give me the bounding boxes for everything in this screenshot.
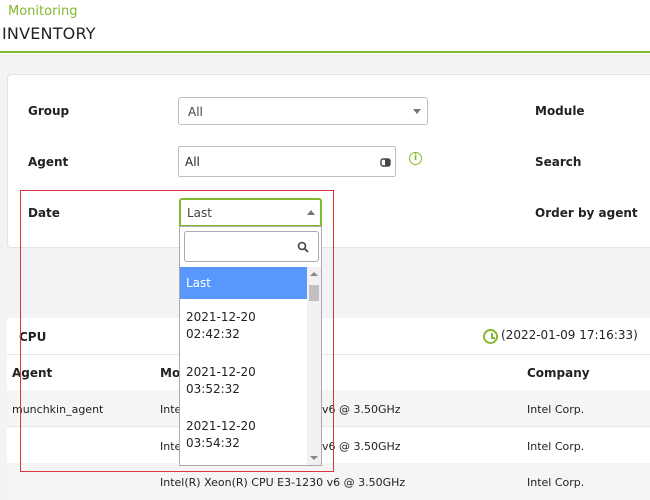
- header-divider: [0, 51, 650, 53]
- column-header-company[interactable]: Company: [527, 366, 590, 380]
- order-by-agent-label: Order by agent: [535, 206, 638, 220]
- module-label: Module: [535, 104, 585, 118]
- agent-label: Agent: [28, 155, 69, 169]
- row-model: Intel(R) Xeon(R) CPU E3-1230 v6 @ 3.50GH…: [160, 476, 406, 489]
- group-select[interactable]: All: [178, 97, 428, 125]
- page-header: Monitoring INVENTORY: [0, 0, 650, 54]
- row-company: Intel Corp.: [527, 440, 585, 453]
- agent-input-value: All: [185, 155, 200, 169]
- chevron-down-icon: [413, 109, 421, 114]
- group-select-value: All: [188, 105, 203, 119]
- breadcrumb[interactable]: Monitoring: [8, 4, 78, 19]
- row-company: Intel Corp.: [527, 476, 585, 489]
- row-company: Intel Corp.: [527, 403, 585, 416]
- agent-input[interactable]: All: [178, 146, 396, 177]
- timestamp: (2022-01-09 17:16:33): [501, 328, 638, 342]
- highlight-frame: [20, 190, 334, 472]
- eraser-icon[interactable]: [380, 157, 391, 168]
- clock-icon: [483, 329, 498, 344]
- search-label: Search: [535, 155, 582, 169]
- group-label: Group: [28, 104, 70, 118]
- info-icon[interactable]: i: [409, 152, 422, 165]
- page-title: INVENTORY: [2, 24, 96, 43]
